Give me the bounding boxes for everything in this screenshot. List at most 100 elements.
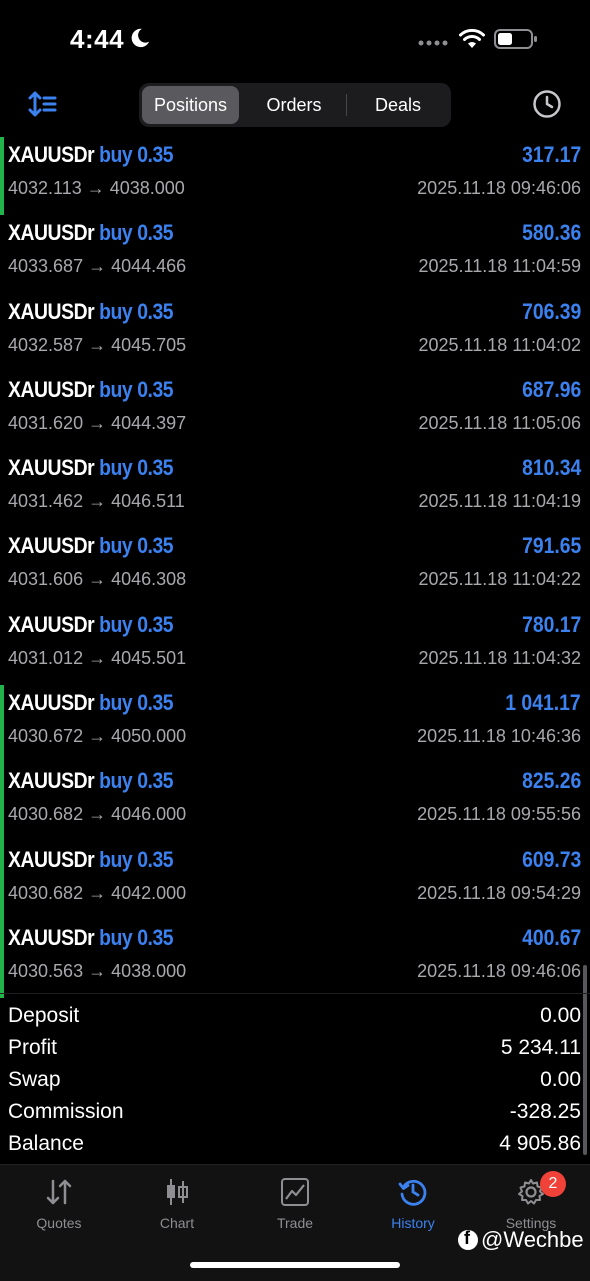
position-symbol: XAUUSDr [8, 924, 95, 950]
position-direction: buy 0.35 [99, 298, 174, 324]
summary-value: 4 905.86 [499, 1132, 581, 1155]
position-symbol-line: XAUUSDr buy 0.35 [8, 690, 174, 716]
position-symbol: XAUUSDr [8, 298, 95, 324]
position-direction: buy 0.35 [99, 142, 174, 167]
tab-quotes-label: Quotes [36, 1215, 82, 1231]
tab-trade[interactable]: Trade [236, 1165, 354, 1245]
position-direction: buy 0.35 [99, 376, 174, 402]
summary-label: Deposit [8, 1004, 80, 1027]
position-direction: buy 0.35 [99, 455, 174, 481]
summary-section: Deposit 0.00 Profit 5 234.11 Swap 0.00 Commiss… [0, 993, 590, 1160]
clock-icon[interactable] [532, 89, 562, 119]
tab-quotes[interactable]: Quotes [0, 1165, 118, 1245]
tab-chart-label: Chart [159, 1215, 195, 1231]
position-prices: 4032.587 → 4045.705 [8, 334, 187, 355]
position-symbol-line: XAUUSDr buy 0.35 [8, 846, 174, 873]
position-prices: 4032.113 → 4038.000 [8, 178, 185, 198]
position-date: 2025.11.18 09:55:56 [417, 804, 581, 825]
position-symbol-line: XAUUSDr buy 0.35 [8, 533, 174, 559]
tab-deals[interactable]: Deals [348, 86, 448, 124]
summary-row-balance: Balance 4 905.86 [0, 1128, 590, 1160]
position-symbol-line: XAUUSDr buy 0.35 [8, 611, 174, 638]
home-indicator[interactable] [190, 1262, 400, 1268]
position-symbol: XAUUSDr [8, 846, 95, 872]
watermark-text: @Wechbe [481, 1227, 584, 1252]
position-highlight-bar [0, 841, 4, 920]
position-row[interactable]: XAUUSDr buy 0.35 706.39 4032.587 → 4045.70… [0, 294, 590, 372]
position-profit: 1 041.17 [505, 690, 581, 716]
status-time: 4:44 [70, 24, 125, 54]
position-profit: 810.34 [521, 455, 581, 481]
position-row[interactable]: XAUUSDr buy 0.35 791.65 4031.606 → 4046.30… [0, 528, 590, 606]
position-date: 2025.11.18 09:46:06 [417, 178, 581, 198]
position-symbol-line: XAUUSDr buy 0.35 [8, 376, 174, 403]
position-symbol-line: XAUUSDr buy 0.35 [8, 768, 174, 794]
position-row[interactable]: XAUUSDr buy 0.35 317.17 4032.113 → 4038.00… [0, 137, 590, 216]
position-date: 2025.11.18 09:46:06 [417, 960, 581, 981]
position-date: 2025.11.18 11:04:19 [418, 491, 581, 512]
position-symbol: XAUUSDr [8, 690, 95, 716]
position-row[interactable]: XAUUSDr buy 0.35 1 041.17 4030.672 → 4050.… [0, 685, 590, 764]
position-direction: buy 0.35 [99, 846, 174, 872]
position-prices: 4033.687 → 4044.466 [8, 256, 187, 277]
position-direction: buy 0.35 [99, 924, 174, 950]
position-profit: 609.73 [521, 846, 581, 872]
position-direction: buy 0.35 [99, 768, 174, 794]
position-row[interactable]: XAUUSDr buy 0.35 580.36 4033.687 → 4044.46… [0, 215, 590, 293]
summary-row-deposit: Deposit 0.00 [0, 1000, 590, 1032]
position-symbol-line: XAUUSDr buy 0.35 [8, 220, 174, 246]
position-symbol: XAUUSDr [8, 376, 95, 402]
summary-label: Profit [8, 1036, 58, 1059]
position-symbol-line: XAUUSDr buy 0.35 [8, 298, 174, 325]
tab-history[interactable]: History [354, 1165, 472, 1245]
position-symbol: XAUUSDr [8, 455, 95, 481]
position-date: 2025.11.18 11:05:06 [418, 412, 581, 433]
position-direction: buy 0.35 [99, 611, 174, 637]
facebook-icon [458, 1228, 478, 1250]
position-highlight-bar [0, 137, 4, 216]
position-row[interactable]: XAUUSDr buy 0.35 810.34 4031.462 → 4046.51… [0, 450, 590, 528]
position-prices: 4030.682 → 4042.000 [8, 882, 187, 903]
position-row[interactable]: XAUUSDr buy 0.35 609.73 4030.682 → 4042.00… [0, 841, 590, 920]
segment-divider [346, 94, 347, 116]
position-row[interactable]: XAUUSDr buy 0.35 687.96 4031.620 → 4044.39… [0, 372, 590, 450]
tab-positions[interactable]: Positions [142, 86, 239, 124]
history-toolbar: Positions Orders Deals [0, 82, 590, 128]
summary-value: -328.25 [509, 1100, 581, 1123]
summary-label: Balance [8, 1132, 84, 1155]
position-profit: 780.17 [521, 611, 581, 637]
trade-chart-icon [281, 1178, 309, 1206]
settings-notification-badge: 2 [540, 1171, 566, 1197]
position-row[interactable]: XAUUSDr buy 0.35 400.67 4030.563 → 4038.00… [0, 919, 590, 999]
position-symbol-line: XAUUSDr buy 0.35 [8, 142, 174, 168]
position-row[interactable]: XAUUSDr buy 0.35 780.17 4031.012 → 4045.50… [0, 607, 590, 685]
summary-row-swap: Swap 0.00 [0, 1064, 590, 1096]
cellular-signal-icon [418, 40, 448, 46]
position-symbol: XAUUSDr [8, 768, 95, 794]
position-date: 2025.11.18 11:04:59 [418, 256, 581, 277]
position-profit: 687.96 [521, 376, 581, 402]
position-profit: 400.67 [521, 924, 581, 950]
sort-icon[interactable] [28, 90, 58, 118]
summary-row-commission: Commission -328.25 [0, 1096, 590, 1128]
position-highlight-bar [0, 685, 4, 764]
position-profit: 706.39 [521, 298, 581, 324]
summary-row-profit: Profit 5 234.11 [0, 1032, 590, 1064]
position-symbol: XAUUSDr [8, 533, 95, 559]
position-date: 2025.11.18 11:04:32 [418, 647, 581, 668]
tab-chart[interactable]: Chart [118, 1165, 236, 1245]
position-prices: 4031.462 → 4046.511 [8, 491, 185, 512]
position-profit: 825.26 [521, 768, 581, 794]
position-prices: 4031.606 → 4046.308 [8, 569, 187, 590]
position-prices: 4031.012 → 4045.501 [8, 647, 187, 668]
position-symbol: XAUUSDr [8, 142, 95, 167]
status-bar: 4:44 [0, 0, 590, 78]
position-direction: buy 0.35 [99, 220, 174, 246]
tab-trade-label: Trade [276, 1215, 314, 1231]
position-row[interactable]: XAUUSDr buy 0.35 825.26 4030.682 → 4046.00… [0, 763, 590, 842]
tab-orders[interactable]: Orders [242, 86, 346, 124]
position-date: 2025.11.18 11:04:22 [418, 569, 581, 590]
position-symbol: XAUUSDr [8, 220, 95, 246]
history-icon [398, 1179, 427, 1206]
position-date: 2025.11.18 11:04:02 [418, 334, 581, 355]
